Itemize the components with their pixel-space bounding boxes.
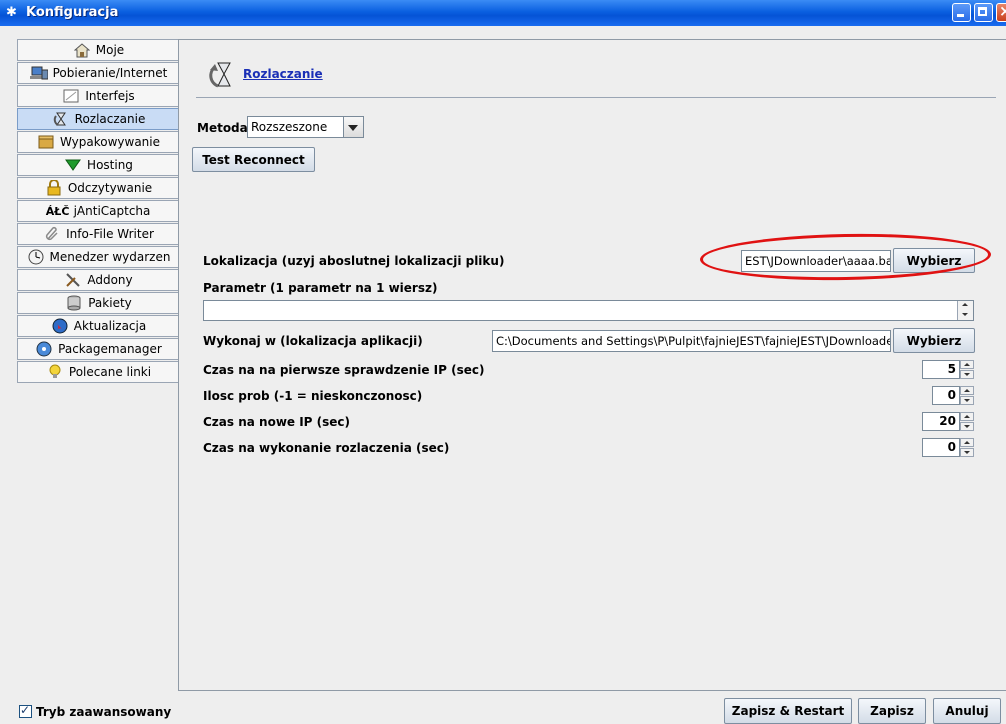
sidebar-item-label: Addony	[87, 273, 133, 287]
sidebar-item-interfejs[interactable]: Interfejs	[17, 85, 179, 107]
lokalizacja-field[interactable]: EST\JDownloader\aaaa.bat	[741, 250, 891, 272]
close-button[interactable]	[996, 2, 1006, 22]
wykonaj-label: Wykonaj w (lokalizacja aplikacji)	[203, 334, 423, 348]
hourglass-icon	[52, 111, 70, 127]
spinner-down-button[interactable]	[960, 422, 974, 431]
sidebar-item-packagemanager[interactable]: Packagemanager	[17, 338, 179, 360]
app-icon: ✱	[6, 5, 17, 20]
sidebar-item-rozlaczanie[interactable]: Rozlaczanie	[17, 108, 179, 130]
sidebar-item-odczytywanie[interactable]: Odczytywanie	[17, 177, 179, 199]
spinner-label-first-ip-check: Czas na na pierwsze sprawdzenie IP (sec)	[203, 363, 485, 377]
page-title-link[interactable]: Rozlaczanie	[243, 67, 323, 81]
sidebar-item-janticaptcha[interactable]: ÁŁČ jAntiCaptcha	[17, 200, 179, 222]
box-icon	[37, 134, 55, 150]
disc-icon	[35, 341, 53, 357]
network-computer-icon	[29, 65, 48, 81]
green-arrow-down-icon	[64, 157, 82, 173]
hourglass-reload-icon	[206, 59, 238, 89]
disconnect-time-spinner[interactable]: 0	[922, 438, 975, 457]
spinner-down-button[interactable]	[960, 396, 974, 405]
spinner-label-disconnect-time: Czas na wykonanie rozlaczenia (sec)	[203, 441, 450, 455]
lokalizacja-label: Lokalizacja (uzyj aboslutnej lokalizacji…	[203, 254, 505, 268]
metoda-label: Metoda:	[197, 121, 253, 135]
maximize-button[interactable]	[974, 3, 993, 22]
sidebar-item-moje[interactable]: Moje	[17, 39, 179, 61]
sidebar-item-label: Rozlaczanie	[74, 112, 146, 126]
sidebar-item-label: Polecane linki	[68, 365, 152, 379]
text-abc-icon: ÁŁČ	[45, 204, 70, 218]
sidebar-item-pakiety[interactable]: Pakiety	[17, 292, 179, 314]
sidebar-item-addony[interactable]: Addony	[17, 269, 179, 291]
spinner-label-new-ip: Czas na nowe IP (sec)	[203, 415, 351, 429]
minimize-button[interactable]	[952, 3, 971, 22]
spinner-value[interactable]: 5	[922, 360, 960, 379]
new-ip-spinner[interactable]: 20	[922, 412, 975, 431]
wykonaj-browse-button[interactable]: Wybierz	[893, 328, 975, 353]
title-bar: ✱ Konfiguracja	[0, 0, 1006, 26]
clock-icon	[27, 249, 45, 265]
sidebar-item-hosting[interactable]: Hosting	[17, 154, 179, 176]
sidebar-item-label: Menedzer wydarzen	[49, 250, 171, 264]
spinner-up-button[interactable]	[960, 412, 974, 421]
spinner-label-retries: Ilosc prob (-1 = nieskonczonosc)	[203, 389, 423, 403]
sidebar-item-aktualizacja[interactable]: Aktualizacja	[17, 315, 179, 337]
metoda-select[interactable]: Rozszeszone	[247, 116, 364, 138]
sidebar-item-label: Aktualizacja	[73, 319, 147, 333]
sidebar: Moje Pobieranie/Internet Interfejs Rozla…	[17, 39, 179, 384]
retries-spinner[interactable]: 0	[922, 386, 975, 405]
spinner-down-button[interactable]	[960, 370, 974, 379]
sidebar-item-label: Interfejs	[85, 89, 135, 103]
parametr-label: Parametr (1 parametr na 1 wiersz)	[203, 281, 438, 295]
spinner-down-button[interactable]	[960, 448, 974, 457]
database-icon	[65, 295, 83, 311]
tools-icon	[64, 272, 82, 288]
lokalizacja-browse-button[interactable]: Wybierz	[893, 248, 975, 273]
spinner-value[interactable]: 0	[932, 386, 960, 405]
parametr-scrollbar[interactable]	[957, 301, 973, 320]
wykonaj-field[interactable]: C:\Documents and Settings\P\Pulpit\fajni…	[492, 330, 891, 352]
sidebar-item-label: Moje	[95, 43, 125, 57]
lock-icon	[45, 180, 63, 196]
sidebar-item-polecane-linki[interactable]: Polecane linki	[17, 361, 179, 383]
save-button[interactable]: Zapisz	[858, 698, 926, 724]
test-reconnect-button[interactable]: Test Reconnect	[192, 147, 315, 172]
metoda-selected-value: Rozszeszone	[251, 120, 328, 134]
spinner-up-button[interactable]	[960, 386, 974, 395]
settings-panel: Rozlaczanie Metoda: Rozszeszone Test Rec…	[178, 39, 1006, 691]
sidebar-item-label: Info-File Writer	[66, 227, 154, 241]
advanced-mode-label: Tryb zaawansowany	[36, 705, 172, 719]
spinner-up-button[interactable]	[960, 360, 974, 369]
spinner-up-button[interactable]	[960, 438, 974, 447]
sidebar-item-label: Odczytywanie	[67, 181, 153, 195]
window-icon	[62, 88, 80, 104]
sidebar-item-label: Wypakowywanie	[60, 135, 160, 149]
advanced-mode-checkbox[interactable]	[19, 703, 32, 718]
spinner-value[interactable]: 0	[922, 438, 960, 457]
sidebar-item-label: Pobieranie/Internet	[52, 66, 168, 80]
home-icon	[73, 42, 91, 58]
sidebar-item-label: Pakiety	[88, 296, 132, 310]
window-title: Konfiguracja	[26, 5, 119, 20]
sidebar-item-pobieranie[interactable]: Pobieranie/Internet	[17, 62, 179, 84]
sidebar-item-info-file-writer[interactable]: Info-File Writer	[17, 223, 179, 245]
header-divider	[196, 97, 996, 98]
sidebar-item-menedzer-wydarzen[interactable]: Menedzer wydarzen	[17, 246, 179, 268]
cancel-button[interactable]: Anuluj	[933, 698, 1001, 724]
spinner-value[interactable]: 20	[922, 412, 960, 431]
lightbulb-icon	[46, 364, 64, 380]
paperclip-icon	[43, 226, 61, 242]
globe-icon	[51, 318, 69, 334]
sidebar-item-label: Hosting	[87, 158, 133, 172]
footer-bar: Tryb zaawansowany Zapisz & Restart Zapis…	[0, 691, 1006, 724]
sidebar-item-wypakowywanie[interactable]: Wypakowywanie	[17, 131, 179, 153]
parametr-textarea[interactable]	[203, 300, 974, 321]
sidebar-item-label: Packagemanager	[58, 342, 162, 356]
chevron-down-icon[interactable]	[343, 117, 363, 137]
first-ip-check-spinner[interactable]: 5	[922, 360, 975, 379]
save-restart-button[interactable]: Zapisz & Restart	[724, 698, 852, 724]
sidebar-item-label: jAntiCaptcha	[73, 204, 151, 218]
